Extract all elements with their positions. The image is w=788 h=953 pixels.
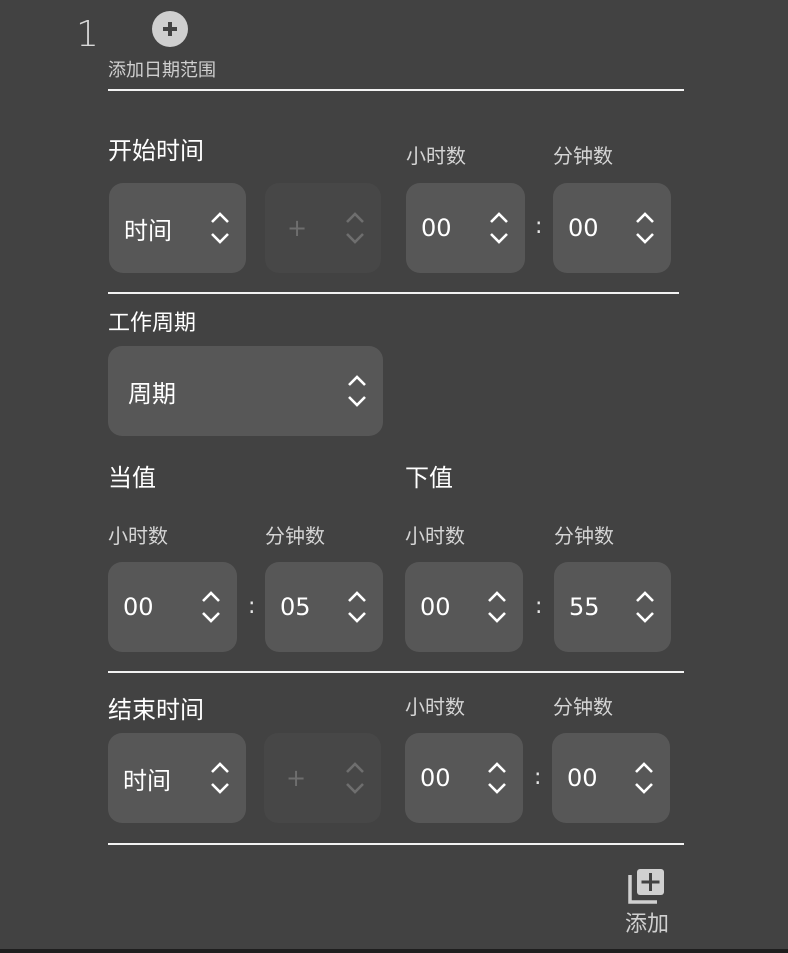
up-down-chevron-icon [199, 587, 223, 627]
divider [108, 671, 684, 673]
add-date-range-label: 添加日期范围 [108, 60, 216, 81]
off-duty-hours-label: 小时数 [405, 524, 465, 548]
up-down-chevron-icon [485, 758, 509, 798]
off-duty-hours-spinner[interactable]: 00 [405, 562, 523, 652]
up-down-chevron-icon [632, 758, 656, 798]
on-duty-title: 当值 [108, 464, 156, 492]
start-hours-value: 00 [421, 214, 452, 242]
start-hours-spinner[interactable]: 00 [406, 183, 525, 273]
end-time-title: 结束时间 [108, 696, 204, 724]
end-time-offset-value: + [286, 764, 307, 792]
divider [108, 292, 679, 294]
on-duty-minutes-label: 分钟数 [265, 524, 325, 548]
up-down-chevron-icon [208, 758, 232, 798]
up-down-chevron-icon [343, 208, 367, 248]
end-time-type-select[interactable]: 时间 [108, 733, 246, 823]
library-add-icon [628, 869, 664, 904]
divider [108, 843, 684, 845]
start-time-offset-value: + [287, 214, 308, 242]
end-time-type-value: 时间 [123, 766, 171, 795]
start-time-type-select[interactable]: 时间 [109, 183, 246, 273]
up-down-chevron-icon [343, 758, 367, 798]
time-separator: : [534, 765, 542, 790]
work-cycle-value: 周期 [128, 379, 176, 408]
start-time-title: 开始时间 [108, 137, 204, 165]
on-duty-minutes-spinner[interactable]: 05 [265, 562, 383, 652]
range-index: 1 [76, 14, 99, 55]
on-duty-hours-label: 小时数 [108, 524, 168, 548]
end-minutes-value: 00 [567, 764, 598, 792]
bottom-bar [0, 949, 788, 953]
off-duty-minutes-label: 分钟数 [554, 524, 614, 548]
end-hours-label: 小时数 [405, 695, 465, 719]
up-down-chevron-icon [345, 371, 369, 411]
end-minutes-label: 分钟数 [553, 695, 613, 719]
up-down-chevron-icon [633, 587, 657, 627]
end-hours-spinner[interactable]: 00 [405, 733, 523, 823]
divider [108, 89, 684, 91]
start-time-type-value: 时间 [124, 216, 172, 245]
off-duty-minutes-spinner[interactable]: 55 [554, 562, 671, 652]
work-cycle-select[interactable]: 周期 [108, 346, 383, 436]
up-down-chevron-icon [208, 208, 232, 248]
end-time-offset-select[interactable]: + [264, 733, 381, 823]
up-down-chevron-icon [485, 587, 509, 627]
add-button[interactable]: 添加 [612, 868, 682, 938]
time-separator: : [535, 594, 543, 619]
up-down-chevron-icon [487, 208, 511, 248]
on-duty-hours-spinner[interactable]: 00 [108, 562, 237, 652]
time-separator: : [535, 214, 543, 239]
add-button-label: 添加 [624, 912, 669, 937]
time-separator: : [248, 594, 256, 619]
start-minutes-value: 00 [568, 214, 599, 242]
start-minutes-spinner[interactable]: 00 [553, 183, 671, 273]
start-hours-label: 小时数 [406, 144, 466, 168]
end-hours-value: 00 [420, 764, 451, 792]
work-cycle-title: 工作周期 [108, 311, 197, 336]
on-duty-minutes-value: 05 [280, 593, 311, 621]
end-minutes-spinner[interactable]: 00 [552, 733, 670, 823]
up-down-chevron-icon [633, 208, 657, 248]
on-duty-hours-value: 00 [123, 593, 154, 621]
start-minutes-label: 分钟数 [553, 144, 613, 168]
off-duty-hours-value: 00 [420, 593, 451, 621]
plus-icon [163, 22, 177, 36]
start-time-offset-select[interactable]: + [265, 183, 381, 273]
add-date-range-button[interactable] [152, 11, 188, 47]
off-duty-title: 下值 [405, 464, 453, 492]
off-duty-minutes-value: 55 [569, 593, 600, 621]
up-down-chevron-icon [345, 587, 369, 627]
